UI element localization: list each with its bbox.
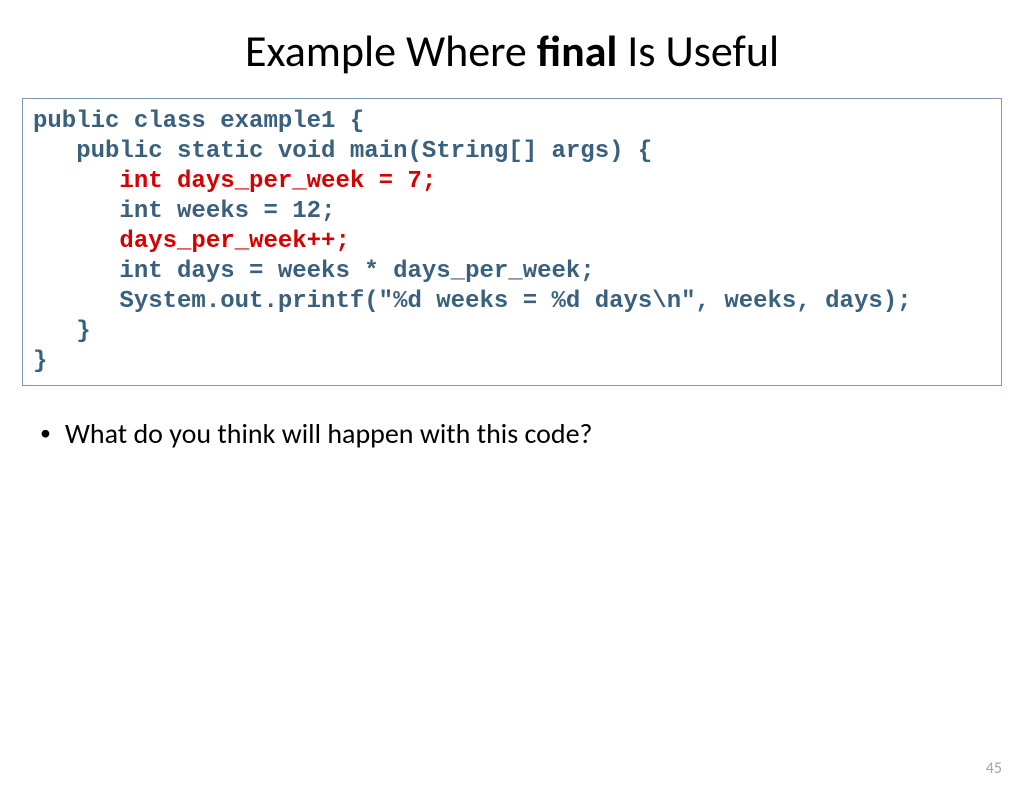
code-line-9: } — [33, 348, 47, 375]
bullet-item: • What do you think will happen with thi… — [40, 416, 994, 451]
code-line-5-highlight: days_per_week++; — [119, 228, 349, 255]
code-indent-6 — [33, 258, 119, 285]
code-indent-5 — [33, 228, 119, 255]
title-prefix: Example Where — [245, 24, 537, 78]
code-line-8: } — [33, 318, 91, 345]
code-line-6: int days = weeks * days_per_week; — [119, 258, 594, 285]
bullet-dot-icon: • — [40, 416, 51, 450]
code-indent-4 — [33, 198, 119, 225]
code-line-2: public static void main(String[] args) { — [76, 138, 652, 165]
title-suffix: Is Useful — [617, 24, 779, 78]
slide-title: Example Where final Is Useful — [0, 24, 1024, 78]
code-indent-3 — [33, 168, 119, 195]
page-number: 45 — [986, 759, 1002, 778]
code-indent-7 — [33, 288, 119, 315]
code-line-1: public class example1 { — [33, 108, 364, 135]
code-indent-2 — [33, 138, 76, 165]
code-line-3-highlight: int days_per_week = 7; — [119, 168, 436, 195]
bullet-text: What do you think will happen with this … — [65, 416, 593, 451]
title-bold: final — [537, 24, 618, 78]
code-block: public class example1 { public static vo… — [22, 98, 1002, 386]
code-line-4: int weeks = 12; — [119, 198, 335, 225]
bullet-list: • What do you think will happen with thi… — [40, 416, 994, 451]
slide: Example Where final Is Useful public cla… — [0, 24, 1024, 792]
code-line-7: System.out.printf("%d weeks = %d days\n"… — [119, 288, 911, 315]
